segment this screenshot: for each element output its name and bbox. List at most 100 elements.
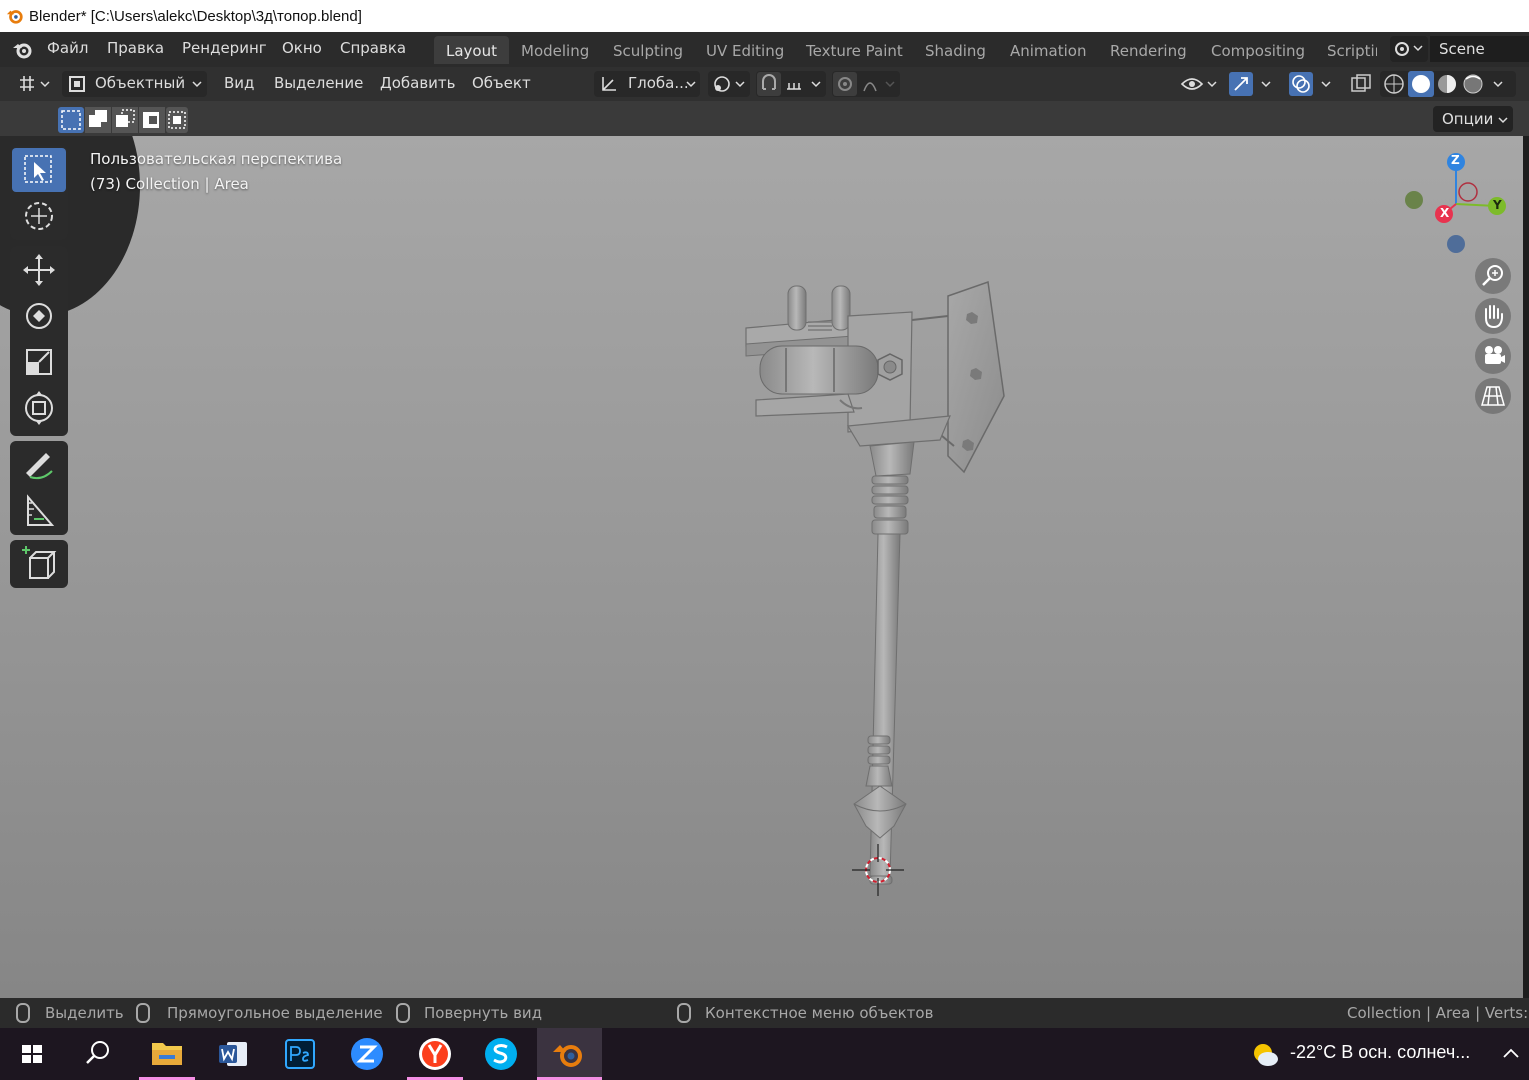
tool-settings-strip bbox=[0, 101, 1529, 136]
3d-viewport[interactable]: Пользовательская перспектива (73) Collec… bbox=[0, 136, 1523, 998]
menu-select[interactable]: Выделение bbox=[274, 74, 363, 92]
taskbar-blender[interactable] bbox=[537, 1028, 602, 1080]
yandex-browser-icon bbox=[419, 1038, 451, 1070]
view-name-label: Пользовательская перспектива bbox=[90, 150, 343, 168]
pan-button[interactable] bbox=[1475, 298, 1511, 334]
zoom-button[interactable] bbox=[1475, 258, 1511, 294]
blender-icon bbox=[553, 1045, 582, 1067]
xray-icon bbox=[1351, 74, 1371, 92]
messenger-icon bbox=[351, 1038, 383, 1070]
shading-mode-buttons[interactable] bbox=[1380, 71, 1516, 97]
chevron-down-icon bbox=[686, 81, 696, 88]
status-scene-stats: Collection | Area | Verts:1 bbox=[1347, 1004, 1529, 1022]
taskbar-skype[interactable] bbox=[473, 1028, 529, 1080]
pivot-point-dropdown[interactable] bbox=[708, 71, 750, 97]
transform-tool[interactable] bbox=[12, 386, 66, 430]
proportional-editing-controls[interactable] bbox=[832, 71, 900, 97]
toolbar-group-add bbox=[10, 540, 68, 588]
add-cube-tool[interactable] bbox=[12, 542, 66, 586]
toolbar-group-transform bbox=[10, 246, 68, 436]
status-select: Выделить bbox=[45, 1004, 124, 1022]
perspective-toggle-button[interactable] bbox=[1475, 378, 1511, 414]
editor-type-icon bbox=[20, 76, 50, 91]
cursor-tool[interactable] bbox=[12, 194, 66, 238]
window-title: Blender* [C:\Users\alekc\Desktop\3д\топо… bbox=[29, 7, 362, 25]
pivot-point-icon bbox=[714, 76, 745, 92]
camera-icon bbox=[1485, 346, 1505, 364]
pencil-icon bbox=[26, 453, 53, 480]
select-box-tool[interactable] bbox=[12, 148, 66, 192]
visibility-dropdown[interactable] bbox=[1178, 71, 1222, 97]
transform-orientation-dropdown[interactable]: Глоба... bbox=[594, 71, 700, 97]
gizmo-z-label: Z bbox=[1451, 153, 1460, 167]
ruler-icon bbox=[27, 494, 55, 526]
search-button[interactable] bbox=[70, 1028, 126, 1080]
xray-toggle[interactable] bbox=[1348, 71, 1374, 97]
tab-modeling[interactable]: Modeling bbox=[509, 36, 601, 64]
grid-perspective-icon bbox=[1481, 386, 1505, 406]
annotate-tool[interactable] bbox=[12, 443, 66, 487]
menu-help[interactable]: Справка bbox=[340, 39, 406, 57]
scale-tool[interactable] bbox=[12, 340, 66, 384]
toolbar-group-select bbox=[10, 146, 68, 240]
menu-window[interactable]: Окно bbox=[282, 39, 322, 57]
shading-modes-icon bbox=[1384, 71, 1503, 97]
rotate-icon bbox=[26, 303, 52, 329]
blender-logo-icon bbox=[6, 10, 23, 24]
weather-text[interactable]: -22°C В осн. солнеч... bbox=[1290, 1042, 1470, 1063]
3d-cursor-icon bbox=[852, 844, 904, 896]
status-box-select: Прямоугольное выделение bbox=[167, 1004, 383, 1022]
editor-type-button[interactable] bbox=[14, 71, 54, 97]
menu-object[interactable]: Объект bbox=[472, 74, 531, 92]
move-tool[interactable] bbox=[12, 248, 66, 292]
tab-animation[interactable]: Animation bbox=[998, 36, 1098, 64]
menu-add[interactable]: Добавить bbox=[380, 74, 456, 92]
taskbar-word[interactable] bbox=[205, 1028, 261, 1080]
tab-rendering[interactable]: Rendering bbox=[1098, 36, 1199, 64]
tab-scripting[interactable]: Scriptir bbox=[1315, 36, 1377, 64]
tab-layout[interactable]: Layout bbox=[434, 36, 509, 64]
rotate-tool[interactable] bbox=[12, 294, 66, 338]
options-label: Опции bbox=[1442, 110, 1494, 128]
tab-texture-paint[interactable]: Texture Paint bbox=[794, 36, 915, 64]
status-rotate-view: Повернуть вид bbox=[424, 1004, 543, 1022]
blender-menu-icon[interactable] bbox=[12, 39, 34, 61]
menu-file[interactable]: Файл bbox=[47, 39, 88, 57]
scene-selector-button[interactable] bbox=[1390, 36, 1428, 62]
orientation-axes-icon bbox=[602, 77, 616, 91]
menu-render[interactable]: Рендеринг bbox=[182, 39, 267, 57]
tab-shading[interactable]: Shading bbox=[913, 36, 998, 64]
taskbar-yandex-browser[interactable] bbox=[407, 1028, 463, 1080]
tab-uv-editing[interactable]: UV Editing bbox=[694, 36, 796, 64]
menu-edit[interactable]: Правка bbox=[107, 39, 164, 57]
camera-view-button[interactable] bbox=[1475, 338, 1511, 374]
options-dropdown[interactable]: Опции bbox=[1433, 106, 1513, 132]
taskbar-photoshop[interactable] bbox=[272, 1028, 328, 1080]
mode-dropdown[interactable]: Объектный bbox=[62, 71, 207, 97]
top-menu-bar: Файл Правка Рендеринг Окно Справка Layou… bbox=[0, 32, 1529, 67]
select-box-icon bbox=[24, 155, 52, 183]
taskbar-explorer[interactable] bbox=[139, 1028, 195, 1080]
overlays-toggle[interactable] bbox=[1288, 71, 1338, 97]
weather-sun-icon bbox=[1254, 1044, 1278, 1066]
add-cube-icon bbox=[22, 546, 57, 579]
tab-sculpting[interactable]: Sculpting bbox=[601, 36, 695, 64]
scene-name-field[interactable]: Scene bbox=[1430, 36, 1529, 62]
menu-view[interactable]: Вид bbox=[224, 74, 254, 92]
gizmo-y-label: Y bbox=[1493, 198, 1502, 212]
object-mode-icon bbox=[69, 76, 85, 92]
proportional-editing-icon bbox=[833, 72, 895, 96]
tray-chevron-up-icon[interactable] bbox=[1502, 1046, 1520, 1060]
taskbar-zoom[interactable] bbox=[339, 1028, 395, 1080]
start-button[interactable] bbox=[4, 1028, 60, 1080]
mode-label: Объектный bbox=[95, 74, 186, 92]
orientation-label: Глоба... bbox=[628, 74, 689, 92]
viewport-header: Объектный Вид Выделение Добавить Объект … bbox=[0, 67, 1529, 101]
gizmo-toggle[interactable] bbox=[1228, 71, 1278, 97]
snap-controls[interactable] bbox=[756, 71, 826, 97]
chevron-down-icon bbox=[192, 81, 202, 88]
selection-mode-icons[interactable] bbox=[58, 107, 188, 133]
tab-compositing[interactable]: Compositing bbox=[1199, 36, 1317, 64]
status-bar: Выделить Прямоугольное выделение Поверну… bbox=[0, 998, 1529, 1028]
measure-tool[interactable] bbox=[12, 489, 66, 533]
